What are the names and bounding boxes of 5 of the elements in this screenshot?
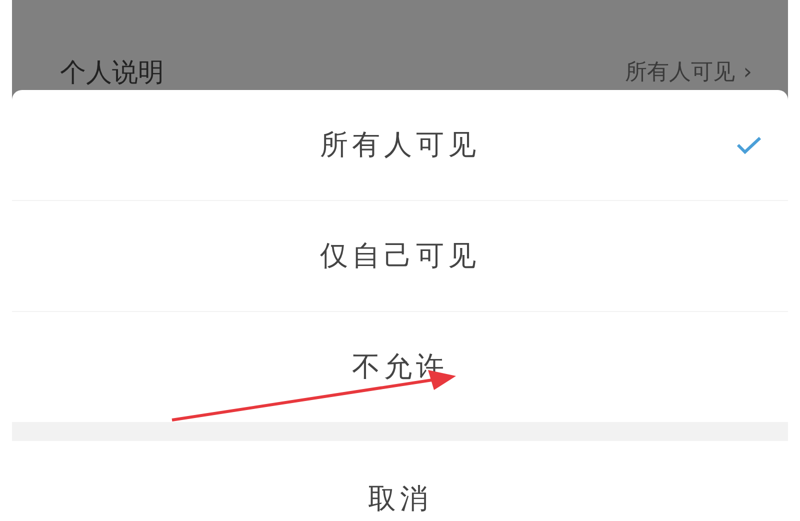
chevron-icon: ›: [743, 58, 752, 88]
row-value: 所有人可见: [625, 59, 736, 87]
row-label: 个人说明: [60, 58, 164, 88]
visibility-option[interactable]: 仅自己可见: [12, 201, 788, 312]
visibility-option[interactable]: 所有人可见: [12, 90, 788, 201]
